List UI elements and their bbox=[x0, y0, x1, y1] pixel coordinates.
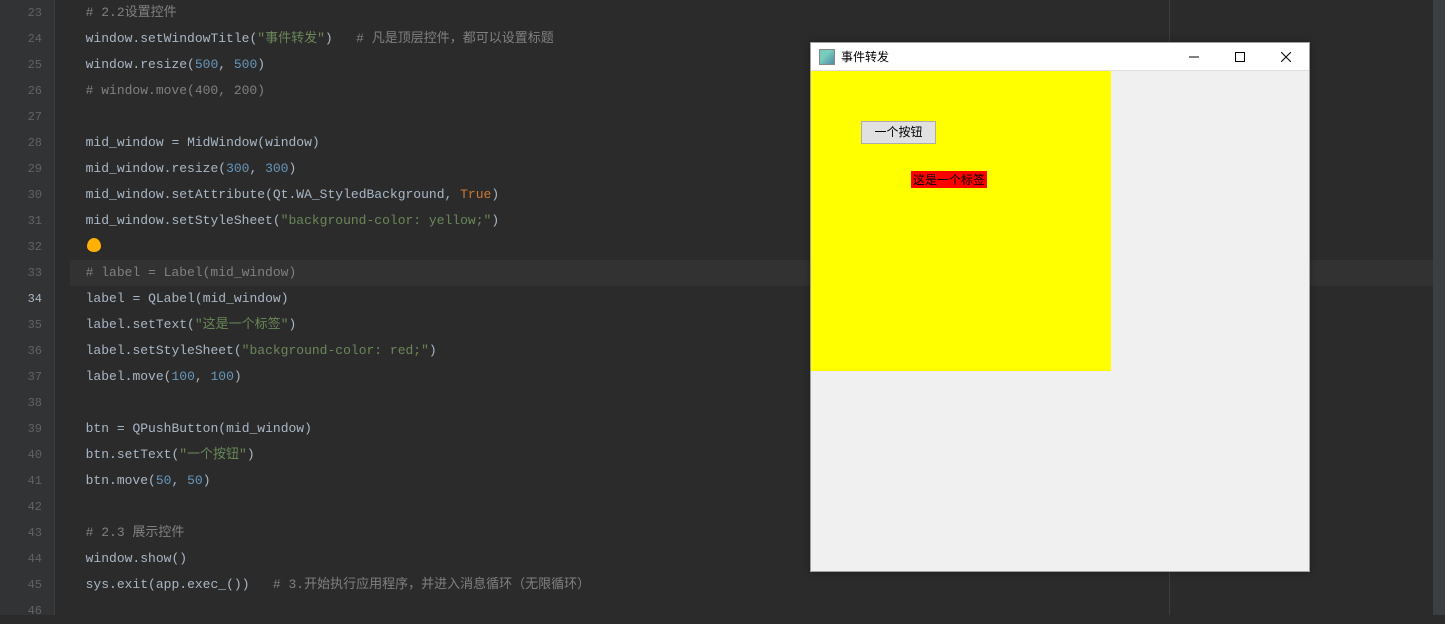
minimize-button[interactable] bbox=[1171, 43, 1217, 70]
code-line: # 2.2设置控件 bbox=[70, 0, 1445, 26]
line-number: 26 bbox=[0, 78, 42, 104]
maximize-icon bbox=[1235, 52, 1245, 62]
titlebar[interactable]: 事件转发 bbox=[811, 43, 1309, 71]
line-number: 37 bbox=[0, 364, 42, 390]
window-title: 事件转发 bbox=[841, 48, 1171, 65]
line-number: 36 bbox=[0, 338, 42, 364]
mid-window-widget: 一个按钮 这是一个标签 bbox=[811, 71, 1111, 371]
line-number: 43 bbox=[0, 520, 42, 546]
line-number: 44 bbox=[0, 546, 42, 572]
line-number: 46 bbox=[0, 598, 42, 624]
line-number: 34 bbox=[0, 286, 42, 312]
line-number: 28 bbox=[0, 130, 42, 156]
line-number: 39 bbox=[0, 416, 42, 442]
maximize-button[interactable] bbox=[1217, 43, 1263, 70]
line-number: 38 bbox=[0, 390, 42, 416]
line-number: 45 bbox=[0, 572, 42, 598]
line-number: 29 bbox=[0, 156, 42, 182]
code-line: sys.exit(app.exec_()) # 3.开始执行应用程序，并进入消息… bbox=[70, 572, 1445, 598]
close-icon bbox=[1281, 52, 1291, 62]
line-number: 41 bbox=[0, 468, 42, 494]
window-icon bbox=[819, 49, 835, 65]
vertical-scrollbar[interactable] bbox=[1433, 0, 1445, 615]
qt-application-window[interactable]: 事件转发 一个按钮 这是一个标签 bbox=[810, 42, 1310, 572]
line-number: 35 bbox=[0, 312, 42, 338]
lightbulb-icon[interactable] bbox=[87, 238, 101, 252]
line-number: 33 bbox=[0, 260, 42, 286]
line-number: 27 bbox=[0, 104, 42, 130]
close-button[interactable] bbox=[1263, 43, 1309, 70]
line-number: 23 bbox=[0, 0, 42, 26]
push-button[interactable]: 一个按钮 bbox=[861, 121, 936, 144]
line-number-gutter: 2324252627282930313233343536373839404142… bbox=[0, 0, 55, 615]
line-number: 32 bbox=[0, 234, 42, 260]
line-number: 40 bbox=[0, 442, 42, 468]
line-number: 31 bbox=[0, 208, 42, 234]
minimize-icon bbox=[1189, 52, 1199, 62]
window-client-area: 一个按钮 这是一个标签 bbox=[811, 71, 1309, 571]
label-widget: 这是一个标签 bbox=[911, 171, 987, 188]
line-number: 25 bbox=[0, 52, 42, 78]
line-number: 30 bbox=[0, 182, 42, 208]
line-number: 42 bbox=[0, 494, 42, 520]
window-controls bbox=[1171, 43, 1309, 70]
line-number: 24 bbox=[0, 26, 42, 52]
